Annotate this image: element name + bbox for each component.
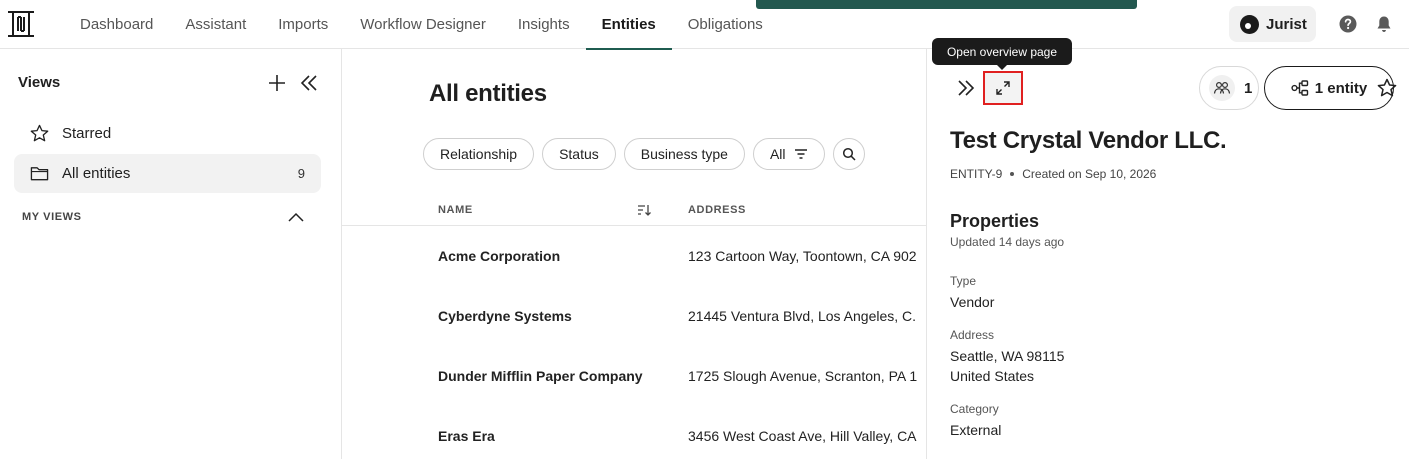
entity-name[interactable]: Eras Era: [438, 428, 495, 444]
entity-id: ENTITY-9: [950, 167, 1003, 181]
entity-meta: ENTITY-9 Created on Sep 10, 2026: [950, 167, 1156, 181]
bell-icon[interactable]: [1376, 15, 1392, 33]
entity-relation-label: 1 entity: [1314, 79, 1368, 97]
entity-address: 21445 Ventura Blvd, Los Angeles, C.: [688, 308, 917, 324]
property-label-address: Address: [950, 328, 995, 342]
open-overview-tooltip: Open overview page: [932, 38, 1072, 70]
help-icon[interactable]: [1339, 15, 1357, 33]
filter-status[interactable]: Status: [542, 138, 616, 170]
table-row[interactable]: Acme Corporation 123 Cartoon Way, Toonto…: [342, 226, 926, 286]
nav-insights[interactable]: Insights: [502, 0, 586, 49]
property-label-type: Type: [950, 274, 977, 288]
entity-name[interactable]: Cyberdyne Systems: [438, 308, 572, 324]
column-header-name[interactable]: NAME: [438, 204, 473, 216]
table-header: NAME ADDRESS: [342, 194, 926, 226]
table-row[interactable]: Eras Era 3456 West Coast Ave, Hill Valle…: [342, 406, 926, 459]
related-entities-button[interactable]: 1 entity: [1264, 66, 1394, 110]
relationship-icon: [1291, 80, 1308, 96]
table-row[interactable]: Dunder Mifflin Paper Company 1725 Slough…: [342, 346, 926, 406]
separator-dot: [1010, 172, 1015, 176]
property-value-address-line1: Seattle, WA 98115: [950, 348, 1065, 364]
sidebar-item-starred[interactable]: Starred: [14, 114, 321, 153]
page-title: All entities: [429, 80, 547, 107]
search-button[interactable]: [832, 138, 865, 170]
column-header-address[interactable]: ADDRESS: [688, 204, 746, 216]
user-label: Jurist: [1266, 15, 1307, 33]
chevron-up-icon[interactable]: [288, 209, 304, 225]
filter-business-type[interactable]: Business type: [623, 138, 745, 170]
properties-heading: Properties: [950, 211, 1040, 231]
people-button[interactable]: 1: [1199, 66, 1259, 110]
property-value-type: Vendor: [950, 294, 995, 310]
property-value-address-line2: United States: [950, 368, 1035, 384]
avatar-icon: [1240, 14, 1259, 34]
filter-all[interactable]: All: [752, 138, 825, 170]
expand-icon: [996, 81, 1010, 95]
views-sidebar: Views Starred All entities 9 MY VIEWS: [0, 49, 342, 459]
entity-created: Created on Sep 10, 2026: [1022, 167, 1157, 181]
sidebar-item-label: All entities: [62, 165, 131, 182]
search-icon: [842, 147, 856, 161]
nav-entities[interactable]: Entities: [585, 0, 672, 50]
folder-icon: [30, 167, 49, 181]
sidebar-item-label: Starred: [62, 125, 112, 142]
filter-bar: Relationship Status Business type All: [423, 138, 865, 170]
nav-workflow-designer[interactable]: Workflow Designer: [344, 0, 502, 49]
entity-count-badge: 9: [297, 166, 305, 181]
entity-address: 3456 West Coast Ave, Hill Valley, CA: [688, 428, 917, 444]
filter-icon: [794, 149, 807, 159]
my-views-section-label: MY VIEWS: [22, 211, 82, 223]
open-overview-button[interactable]: [983, 71, 1023, 105]
star-icon[interactable]: [1377, 78, 1397, 98]
entity-title: Test Crystal Vendor LLC.: [950, 127, 1227, 154]
property-label-category: Category: [950, 402, 999, 416]
people-icon: [1209, 75, 1235, 101]
user-menu-button[interactable]: Jurist: [1229, 6, 1316, 42]
top-navigation-bar: Dashboard Assistant Imports Workflow Des…: [0, 0, 1409, 50]
sort-icon[interactable]: [637, 203, 651, 217]
properties-updated: Updated 14 days ago: [950, 235, 1065, 249]
people-count: 1: [1244, 79, 1253, 97]
views-title: Views: [18, 74, 61, 91]
notification-strip: [756, 0, 1137, 9]
main-nav: Dashboard Assistant Imports Workflow Des…: [64, 0, 779, 50]
entity-name[interactable]: Dunder Mifflin Paper Company: [438, 368, 643, 384]
table-row[interactable]: Cyberdyne Systems 21445 Ventura Blvd, Lo…: [342, 286, 926, 346]
star-icon: [30, 124, 49, 142]
close-panel-icon[interactable]: [957, 79, 975, 97]
add-view-icon[interactable]: [268, 74, 286, 92]
entity-address: 123 Cartoon Way, Toontown, CA 902: [688, 248, 917, 264]
nav-dashboard[interactable]: Dashboard: [64, 0, 169, 49]
collapse-sidebar-icon[interactable]: [300, 74, 318, 92]
nav-imports[interactable]: Imports: [262, 0, 344, 49]
entities-main: All entities Relationship Status Busines…: [342, 49, 926, 459]
filter-all-label: All: [769, 146, 786, 162]
logo-icon[interactable]: [7, 10, 35, 38]
filter-relationship[interactable]: Relationship: [423, 138, 535, 170]
entity-name[interactable]: Acme Corporation: [438, 248, 560, 264]
entity-address: 1725 Slough Avenue, Scranton, PA 1: [688, 368, 918, 384]
nav-assistant[interactable]: Assistant: [169, 0, 262, 49]
property-value-category: External: [950, 422, 1002, 438]
entity-detail-panel: 1 1 entity Test Crystal Vendor LLC. ENTI…: [926, 49, 1409, 459]
sidebar-item-all-entities[interactable]: All entities 9: [14, 154, 321, 193]
